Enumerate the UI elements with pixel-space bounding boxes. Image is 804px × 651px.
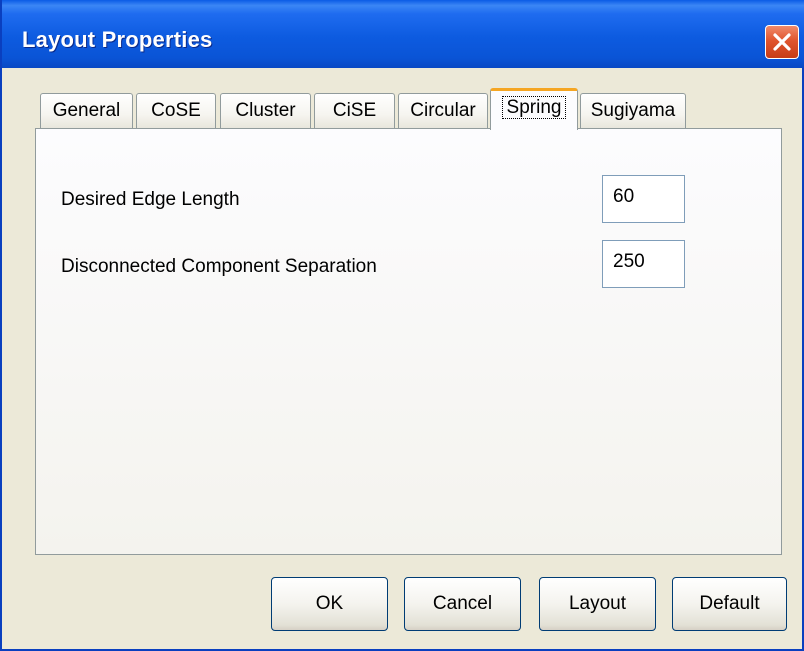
tab-cise[interactable]: CiSE (314, 93, 395, 128)
default-button[interactable]: Default (672, 577, 787, 631)
tab-label: Spring (501, 96, 567, 119)
close-icon (773, 33, 791, 51)
layout-properties-dialog: Layout Properties General CoSE Cluster C… (0, 0, 804, 651)
ok-button[interactable]: OK (271, 577, 388, 631)
layout-button[interactable]: Layout (539, 577, 656, 631)
desired-edge-length-label: Desired Edge Length (61, 189, 240, 210)
cancel-button[interactable]: Cancel (404, 577, 521, 631)
component-separation-label: Disconnected Component Separation (61, 256, 377, 277)
tab-general[interactable]: General (40, 93, 133, 128)
desired-edge-length-input[interactable]: 60 (602, 175, 685, 223)
tab-spring[interactable]: Spring (490, 88, 578, 130)
tab-cluster[interactable]: Cluster (220, 93, 311, 128)
tab-label: CoSE (151, 100, 201, 121)
tab-label: CiSE (332, 100, 377, 121)
tab-label: Sugiyama (590, 100, 676, 121)
tab-label: Circular (410, 100, 476, 121)
tab-sugiyama[interactable]: Sugiyama (580, 93, 686, 128)
tab-label: General (52, 100, 121, 121)
tab-circular[interactable]: Circular (398, 93, 488, 128)
tab-cose[interactable]: CoSE (136, 93, 216, 128)
title-bar[interactable]: Layout Properties (2, 0, 804, 68)
close-button[interactable] (765, 25, 799, 59)
tab-label: Cluster (235, 100, 296, 121)
component-separation-input[interactable]: 250 (602, 240, 685, 288)
window-title: Layout Properties (22, 27, 213, 52)
